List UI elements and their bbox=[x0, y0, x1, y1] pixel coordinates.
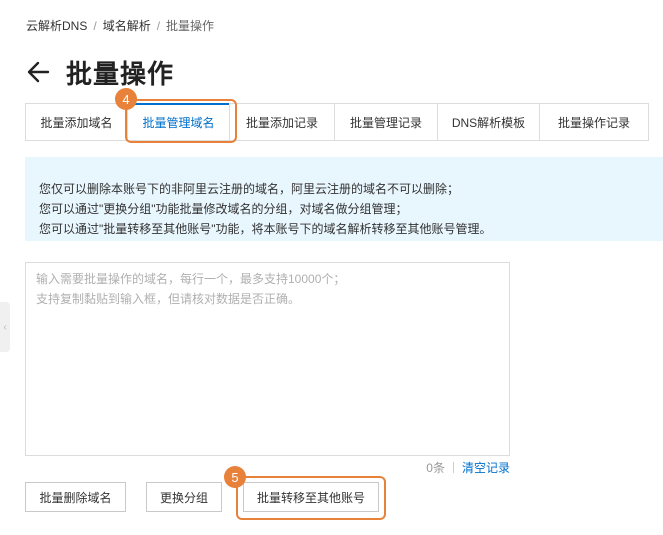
back-arrow-icon[interactable] bbox=[26, 59, 52, 85]
breadcrumb-separator: / bbox=[93, 19, 97, 33]
notice-line: 您可以通过"更换分组"功能批量修改域名的分组，对域名做分组管理； bbox=[39, 202, 408, 216]
tab-bar: 批量添加域名 批量管理域名 批量添加记录 批量管理记录 DNS解析模板 批量操作… bbox=[25, 103, 649, 143]
page-title: 批量操作 bbox=[66, 58, 175, 89]
breadcrumb-dns[interactable]: 云解析DNS bbox=[26, 19, 87, 33]
domain-count: 0条 bbox=[426, 461, 445, 475]
notice-box: 您仅可以删除本账号下的非阿里云注册的域名，阿里云注册的域名不可以删除； 您可以通… bbox=[25, 157, 663, 241]
change-group-button[interactable]: 更换分组 bbox=[146, 482, 222, 512]
tab-dns-template[interactable]: DNS解析模板 bbox=[437, 103, 540, 141]
tab-batch-operation-log[interactable]: 批量操作记录 bbox=[539, 103, 649, 141]
clear-records-link[interactable]: 清空记录 bbox=[462, 459, 510, 476]
breadcrumb-current: 批量操作 bbox=[166, 19, 215, 33]
domain-list-input[interactable] bbox=[25, 262, 510, 456]
breadcrumb-domain-resolve[interactable]: 域名解析 bbox=[103, 19, 151, 33]
title-row: 批量操作 bbox=[26, 52, 174, 92]
step-badge-5: 5 bbox=[224, 466, 246, 488]
breadcrumb-separator: / bbox=[156, 19, 161, 33]
sidebar-collapse-handle[interactable]: ‹ bbox=[0, 302, 10, 352]
divider bbox=[452, 462, 454, 473]
notice-line: 您可以通过"批量转移至其他账号"功能，将本账号下的域名解析转移至其他账号管理。 bbox=[39, 222, 492, 236]
tab-batch-manage-domain[interactable]: 批量管理域名 bbox=[127, 103, 230, 141]
tab-batch-add-record[interactable]: 批量添加记录 bbox=[229, 103, 335, 141]
batch-delete-domain-button[interactable]: 批量删除域名 bbox=[25, 482, 126, 512]
step-badge-4: 4 bbox=[115, 88, 137, 110]
notice-line: 您仅可以删除本账号下的非阿里云注册的域名，阿里云注册的域名不可以删除； bbox=[39, 182, 460, 196]
tab-batch-manage-record[interactable]: 批量管理记录 bbox=[334, 103, 438, 141]
counter-row: 0条 清空记录 bbox=[426, 459, 510, 476]
breadcrumb: 云解析DNS / 域名解析 / 批量操作 bbox=[26, 17, 214, 34]
batch-transfer-account-button[interactable]: 批量转移至其他账号 bbox=[243, 482, 379, 512]
tab-batch-add-domain[interactable]: 批量添加域名 bbox=[25, 103, 128, 141]
chevron-left-icon: ‹ bbox=[3, 321, 7, 333]
